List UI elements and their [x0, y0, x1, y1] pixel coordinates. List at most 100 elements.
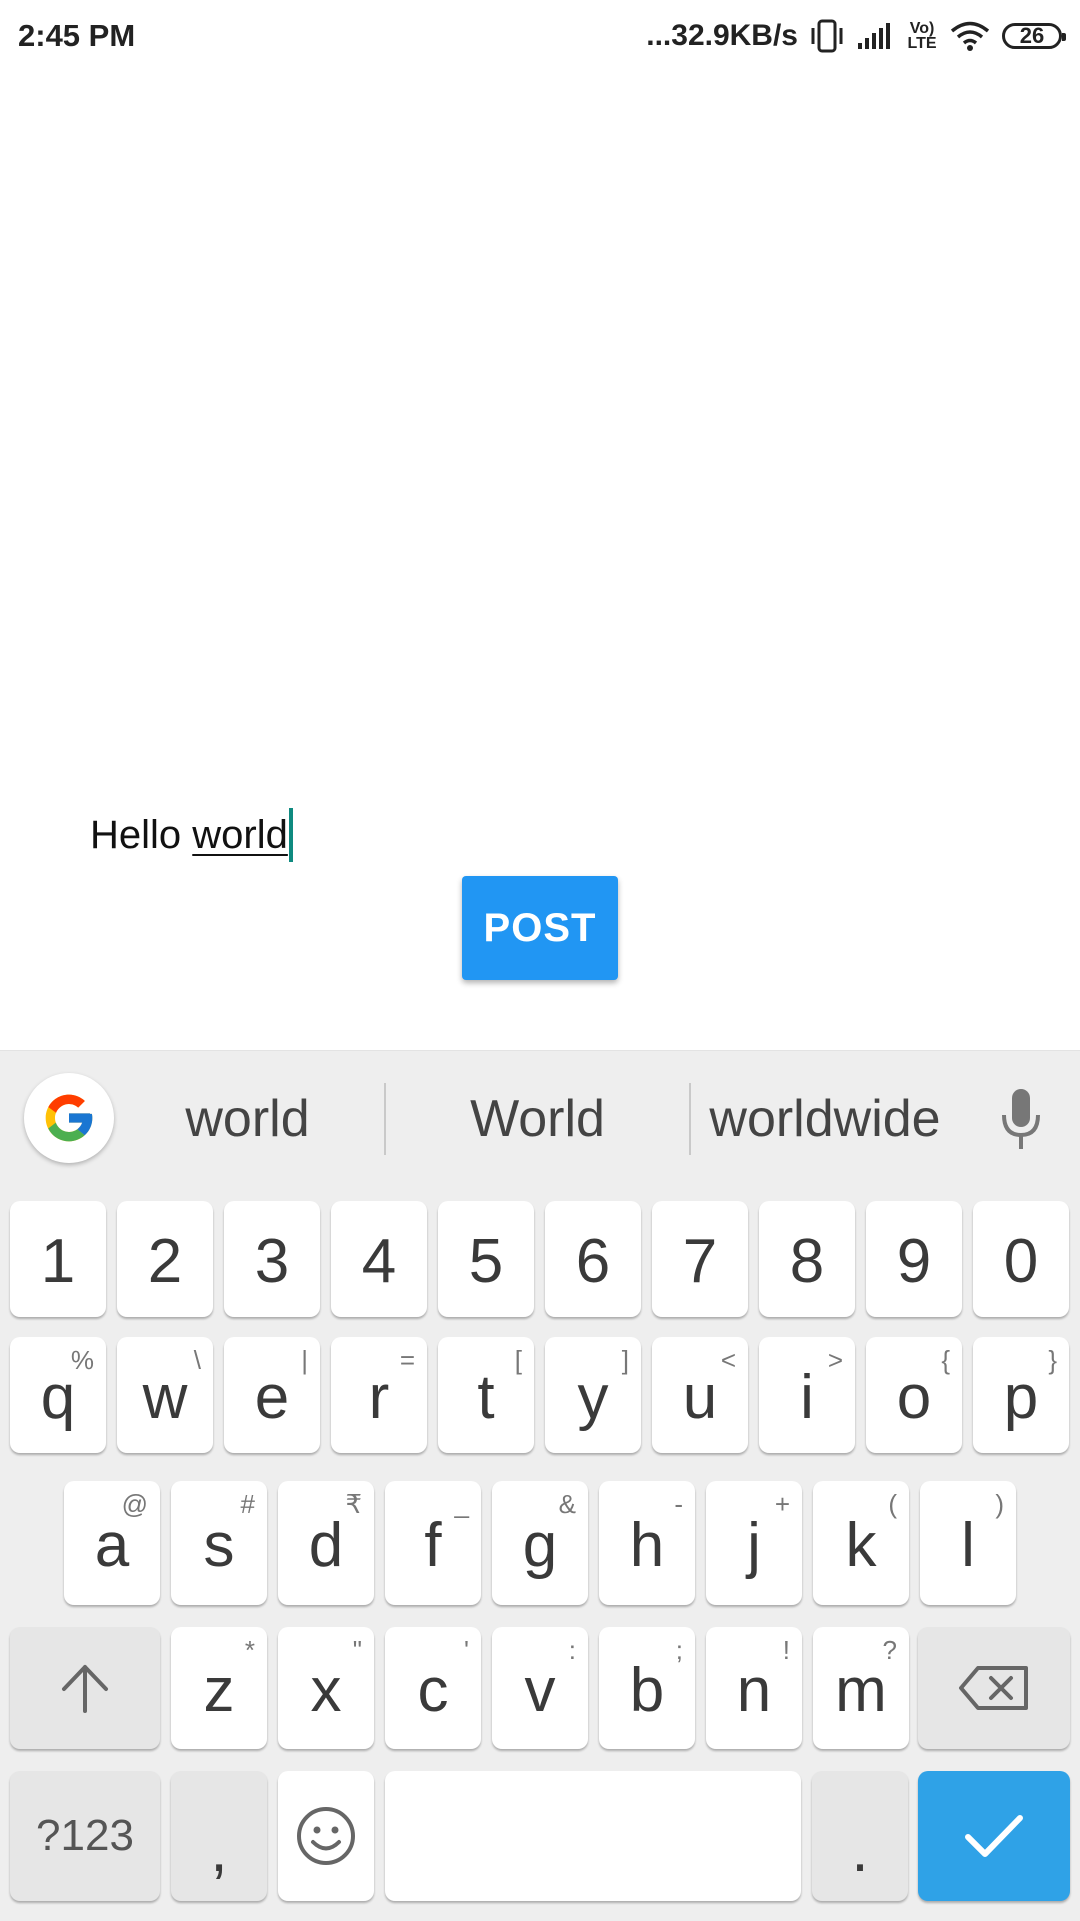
- key-4-label: 4: [361, 1226, 397, 1296]
- key-z[interactable]: z *: [171, 1627, 267, 1749]
- suggestion-strip: world World worldwide: [0, 1051, 1080, 1181]
- post-text-input[interactable]: Hello world: [90, 808, 293, 862]
- key-y[interactable]: y]: [545, 1337, 641, 1453]
- key-m[interactable]: m?: [813, 1627, 909, 1749]
- shift-arrow-icon: [62, 1665, 108, 1713]
- key-h[interactable]: h-: [599, 1481, 695, 1605]
- key-z-label: z: [203, 1655, 235, 1725]
- key-l-hint: ): [995, 1489, 1004, 1519]
- enter-key[interactable]: [918, 1771, 1070, 1901]
- key-n[interactable]: n!: [706, 1627, 802, 1749]
- composing-word: world: [192, 812, 288, 857]
- key-3[interactable]: 3: [224, 1201, 320, 1317]
- key-k-hint: (: [888, 1489, 897, 1519]
- key-b[interactable]: b;: [599, 1627, 695, 1749]
- key-j[interactable]: j +: [706, 1481, 802, 1605]
- key-w-label: w: [142, 1362, 188, 1432]
- key-e-hint: |: [301, 1345, 308, 1375]
- key-r[interactable]: r =: [331, 1337, 427, 1453]
- suggestion-3[interactable]: worldwide: [700, 1081, 950, 1157]
- key-e[interactable]: e |: [224, 1337, 320, 1453]
- shift-key[interactable]: [10, 1627, 160, 1749]
- key-q[interactable]: q%: [10, 1337, 106, 1453]
- key-i-label: i: [800, 1362, 814, 1432]
- key-v[interactable]: v:: [492, 1627, 588, 1749]
- key-p-label: p: [1003, 1362, 1039, 1432]
- key-l[interactable]: l): [920, 1481, 1016, 1605]
- suggestion-divider: [384, 1083, 386, 1155]
- key-w-hint: \: [193, 1345, 201, 1375]
- vibrate-icon: [810, 18, 844, 54]
- key-5-label: 5: [468, 1226, 504, 1296]
- key-6-label: 6: [575, 1226, 611, 1296]
- key-0[interactable]: 0: [973, 1201, 1069, 1317]
- emoji-key[interactable]: [278, 1771, 374, 1901]
- key-b-label: b: [629, 1655, 665, 1725]
- network-speed: ...32.9KB/s: [646, 19, 798, 52]
- key-g[interactable]: g &: [492, 1481, 588, 1605]
- status-time: 2:45 PM: [18, 18, 136, 53]
- key-v-hint: :: [568, 1635, 576, 1665]
- symbols-key[interactable]: ?123: [10, 1771, 160, 1901]
- microphone-icon[interactable]: [996, 1087, 1046, 1155]
- key-x[interactable]: x ": [278, 1627, 374, 1749]
- key-a-hint: @: [121, 1489, 148, 1519]
- key-x-label: x: [310, 1655, 342, 1725]
- key-s-hint: #: [240, 1489, 255, 1519]
- key-t-hint: [: [514, 1345, 522, 1375]
- volte-icon: Vo) LTE: [906, 20, 938, 52]
- key-4[interactable]: 4: [331, 1201, 427, 1317]
- suggestion-2[interactable]: World: [420, 1081, 655, 1157]
- key-2-label: 2: [147, 1226, 183, 1296]
- key-8[interactable]: 8: [759, 1201, 855, 1317]
- key-t[interactable]: t[: [438, 1337, 534, 1453]
- backspace-key[interactable]: [918, 1627, 1070, 1749]
- key-o-hint: {: [941, 1345, 950, 1375]
- key-2[interactable]: 2: [117, 1201, 213, 1317]
- key-0-label: 0: [1003, 1226, 1039, 1296]
- key-6[interactable]: 6: [545, 1201, 641, 1317]
- key-9[interactable]: 9: [866, 1201, 962, 1317]
- period-key[interactable]: .: [812, 1771, 908, 1901]
- checkmark-icon: [965, 1815, 1023, 1857]
- key-w[interactable]: w \: [117, 1337, 213, 1453]
- key-i[interactable]: i >: [759, 1337, 855, 1453]
- key-k[interactable]: k(: [813, 1481, 909, 1605]
- battery-icon: 26: [1002, 23, 1066, 49]
- key-n-hint: !: [782, 1635, 790, 1665]
- key-o[interactable]: o{: [866, 1337, 962, 1453]
- key-m-label: m: [835, 1655, 887, 1725]
- key-d-label: d: [308, 1510, 344, 1580]
- symbols-key-label: ?123: [36, 1811, 134, 1860]
- key-f[interactable]: f _: [385, 1481, 481, 1605]
- key-y-label: y: [577, 1362, 609, 1432]
- key-h-hint: -: [674, 1489, 683, 1519]
- key-5[interactable]: 5: [438, 1201, 534, 1317]
- key-x-hint: ": [352, 1635, 362, 1665]
- key-f-label: f: [424, 1510, 442, 1580]
- comma-key[interactable]: ,: [171, 1771, 267, 1901]
- key-g-label: g: [522, 1510, 558, 1580]
- google-icon[interactable]: [24, 1073, 114, 1163]
- key-7-label: 7: [682, 1226, 718, 1296]
- key-c[interactable]: c ': [385, 1627, 481, 1749]
- key-u[interactable]: u <: [652, 1337, 748, 1453]
- key-s[interactable]: s #: [171, 1481, 267, 1605]
- volte-label: Vo) LTE: [907, 20, 937, 52]
- key-u-label: u: [682, 1362, 718, 1432]
- suggestion-1[interactable]: world: [140, 1081, 355, 1157]
- key-p[interactable]: p}: [973, 1337, 1069, 1453]
- key-d[interactable]: d ₹: [278, 1481, 374, 1605]
- key-a[interactable]: a @: [64, 1481, 160, 1605]
- post-button[interactable]: POST: [462, 876, 618, 980]
- key-q-hint: %: [70, 1345, 94, 1375]
- key-1[interactable]: 1: [10, 1201, 106, 1317]
- key-j-hint: +: [774, 1489, 790, 1519]
- status-icons: ...32.9KB/s Vo) LTE 26: [646, 18, 1066, 54]
- key-7[interactable]: 7: [652, 1201, 748, 1317]
- space-key[interactable]: [385, 1771, 801, 1901]
- key-k-label: k: [845, 1510, 877, 1580]
- key-8-label: 8: [789, 1226, 825, 1296]
- key-t-label: t: [477, 1362, 495, 1432]
- backspace-icon: [959, 1666, 1028, 1710]
